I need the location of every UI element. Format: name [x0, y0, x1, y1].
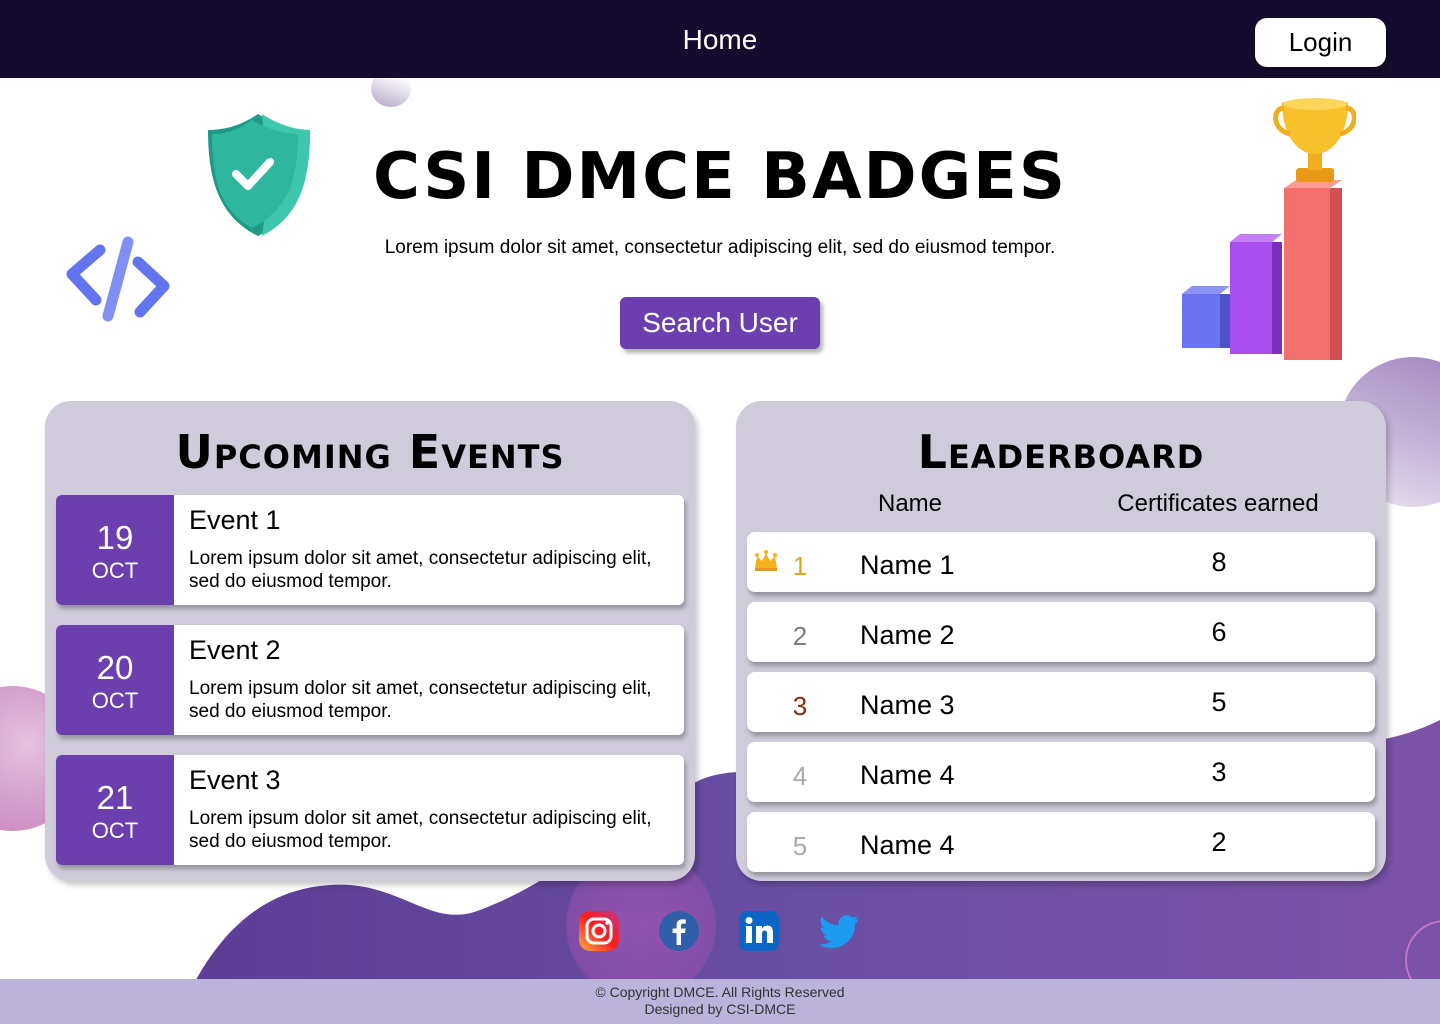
page-title: CSI DMCE BADGES	[373, 140, 1067, 214]
nav-home-link[interactable]: Home	[620, 24, 820, 56]
events-title: Upcoming Events	[175, 425, 565, 479]
event-card[interactable]: 20 OCT Event 2 Lorem ipsum dolor sit ame…	[56, 625, 684, 735]
event-date: 20 OCT	[56, 625, 174, 735]
event-day: 20	[96, 649, 134, 686]
leaderboard-panel: Leaderboard Name Certificates earned 1 N…	[736, 401, 1386, 881]
facebook-icon[interactable]	[657, 909, 701, 953]
rank-number: 5	[792, 831, 808, 861]
event-day: 19	[96, 519, 134, 556]
instagram-icon[interactable]	[577, 909, 621, 953]
event-description: Lorem ipsum dolor sit amet, consectetur …	[189, 808, 652, 852]
event-date: 21 OCT	[56, 755, 174, 865]
event-card[interactable]: 19 OCT Event 1 Lorem ipsum dolor sit ame…	[56, 495, 684, 605]
rank-number: 3	[792, 691, 808, 721]
leaderboard-title: Leaderboard	[917, 425, 1205, 479]
event-description: Lorem ipsum dolor sit amet, consectetur …	[189, 678, 652, 722]
event-description: Lorem ipsum dolor sit amet, consectetur …	[189, 548, 652, 592]
certificate-count: 6	[1211, 617, 1227, 647]
upcoming-events-panel: Upcoming Events 19 OCT Event 1 Lorem ips…	[45, 401, 695, 881]
event-month: OCT	[91, 818, 139, 843]
certificate-count: 2	[1211, 827, 1227, 857]
certificate-count: 5	[1211, 687, 1227, 717]
designed-by-text: Designed by CSI-DMCE	[644, 1001, 796, 1017]
rank-number: 1	[792, 551, 808, 581]
column-header-certificates: Certificates earned	[1117, 490, 1319, 517]
event-month: OCT	[91, 558, 139, 583]
copyright-text: © Copyright DMCE. All Rights Reserved	[595, 984, 845, 1000]
event-name: Event 3	[189, 765, 281, 795]
column-header-name: Name	[877, 490, 943, 517]
event-name: Event 1	[189, 505, 281, 535]
leaderboard-row[interactable]: 4 Name 4 3	[747, 742, 1375, 802]
search-user-button[interactable]: Search User	[620, 297, 820, 349]
top-navbar: Home Login	[0, 0, 1440, 78]
trophy-chart-icon	[1182, 98, 1356, 360]
crown-icon	[755, 550, 777, 571]
event-month: OCT	[91, 688, 139, 713]
leaderboard-row[interactable]: 3 Name 3 5	[747, 672, 1375, 732]
rank-number: 4	[792, 761, 808, 791]
event-date: 19 OCT	[56, 495, 174, 605]
event-card[interactable]: 21 OCT Event 3 Lorem ipsum dolor sit ame…	[56, 755, 684, 865]
leaderboard-row[interactable]: 1 Name 1 8	[747, 532, 1375, 592]
event-day: 21	[96, 779, 134, 816]
user-name: Name 3	[860, 690, 955, 720]
hero-subtitle: Lorem ipsum dolor sit amet, consectetur …	[384, 237, 1056, 258]
certificate-count: 8	[1211, 547, 1227, 577]
user-name: Name 1	[860, 550, 955, 580]
rank-number: 2	[792, 621, 808, 651]
page-footer: © Copyright DMCE. All Rights Reserved De…	[0, 979, 1440, 1024]
user-name: Name 4	[860, 760, 955, 790]
leaderboard-row[interactable]: 2 Name 2 6	[747, 602, 1375, 662]
user-name: Name 2	[860, 620, 955, 650]
linkedin-icon[interactable]	[737, 909, 781, 953]
user-name: Name 4	[860, 830, 955, 860]
leaderboard-row[interactable]: 5 Name 4 2	[747, 812, 1375, 872]
login-button[interactable]: Login	[1255, 18, 1386, 67]
twitter-icon[interactable]	[817, 909, 861, 953]
certificate-count: 3	[1211, 757, 1227, 787]
event-name: Event 2	[189, 635, 281, 665]
